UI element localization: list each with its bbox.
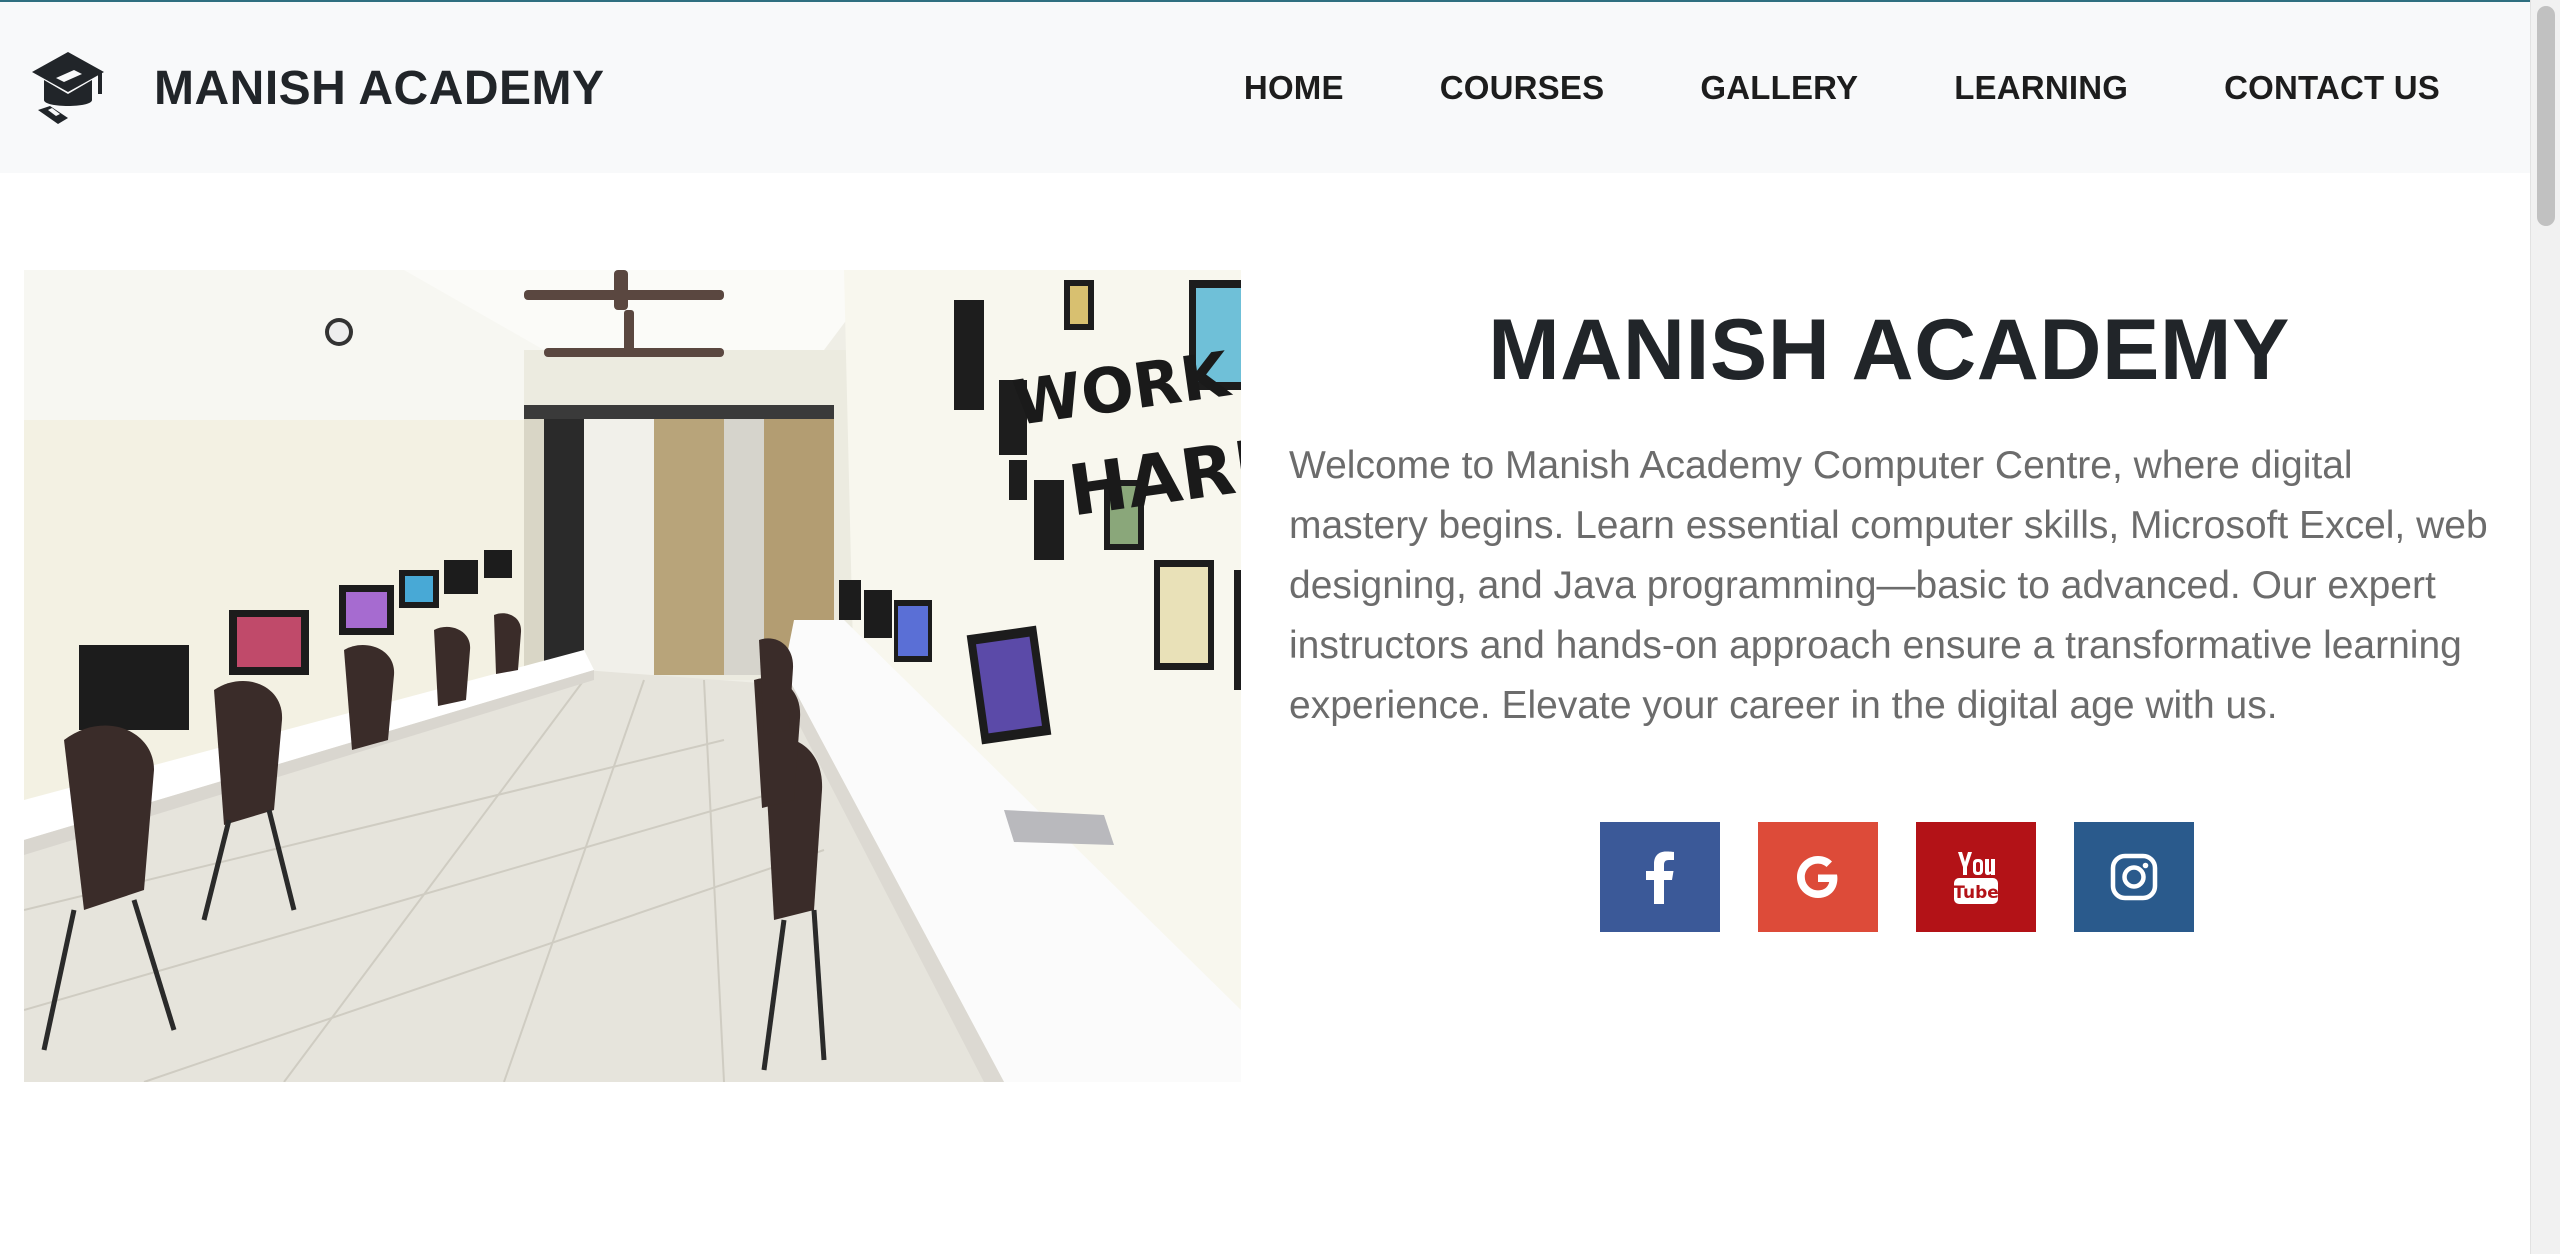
instagram-icon <box>2110 853 2158 901</box>
page-scrollbar[interactable] <box>2530 0 2560 1254</box>
nav-link-courses[interactable]: COURSES <box>1392 69 1653 107</box>
nav-link-home[interactable]: HOME <box>1196 69 1392 107</box>
brand-link[interactable]: MANISH ACADEMY <box>28 46 605 130</box>
facebook-button[interactable] <box>1600 822 1720 932</box>
scrollbar-thumb[interactable] <box>2537 6 2555 226</box>
nav-link-learning[interactable]: LEARNING <box>1906 69 2176 107</box>
nav-item-home: HOME <box>1196 69 1392 107</box>
nav-link-gallery[interactable]: GALLERY <box>1652 69 1906 107</box>
google-button[interactable] <box>1758 822 1878 932</box>
nav-item-gallery: GALLERY <box>1652 69 1906 107</box>
hero-title: MANISH ACADEMY <box>1488 302 2290 398</box>
hero-content: MANISH ACADEMY Welcome to Manish Academy… <box>1289 290 2489 736</box>
hero-description: Welcome to Manish Academy Computer Centr… <box>1289 444 2488 727</box>
google-icon <box>1797 856 1838 898</box>
svg-text:Tube: Tube <box>1954 883 1998 903</box>
youtube-icon: Tube <box>1954 852 1998 904</box>
instagram-button[interactable] <box>2074 822 2194 932</box>
brand-name: MANISH ACADEMY <box>154 61 605 115</box>
nav-menu: HOME COURSES GALLERY LEARNING CONTACT US <box>1196 60 2488 116</box>
youtube-button[interactable]: Tube <box>1916 822 2036 932</box>
nav-item-learning: LEARNING <box>1906 69 2176 107</box>
computer-lab-photo: WORK HARD <box>24 270 1241 1082</box>
social-links: Tube <box>1600 822 2194 932</box>
nav-link-contact-us[interactable]: CONTACT US <box>2176 69 2488 107</box>
nav-item-contact: CONTACT US <box>2176 69 2488 107</box>
page: MANISH ACADEMY HOME COURSES GALLERY LEAR… <box>0 0 2560 1254</box>
navbar: MANISH ACADEMY HOME COURSES GALLERY LEAR… <box>0 2 2530 173</box>
graduation-cap-logo-icon <box>32 52 104 124</box>
facebook-icon <box>1646 851 1674 904</box>
nav-item-courses: COURSES <box>1392 69 1653 107</box>
